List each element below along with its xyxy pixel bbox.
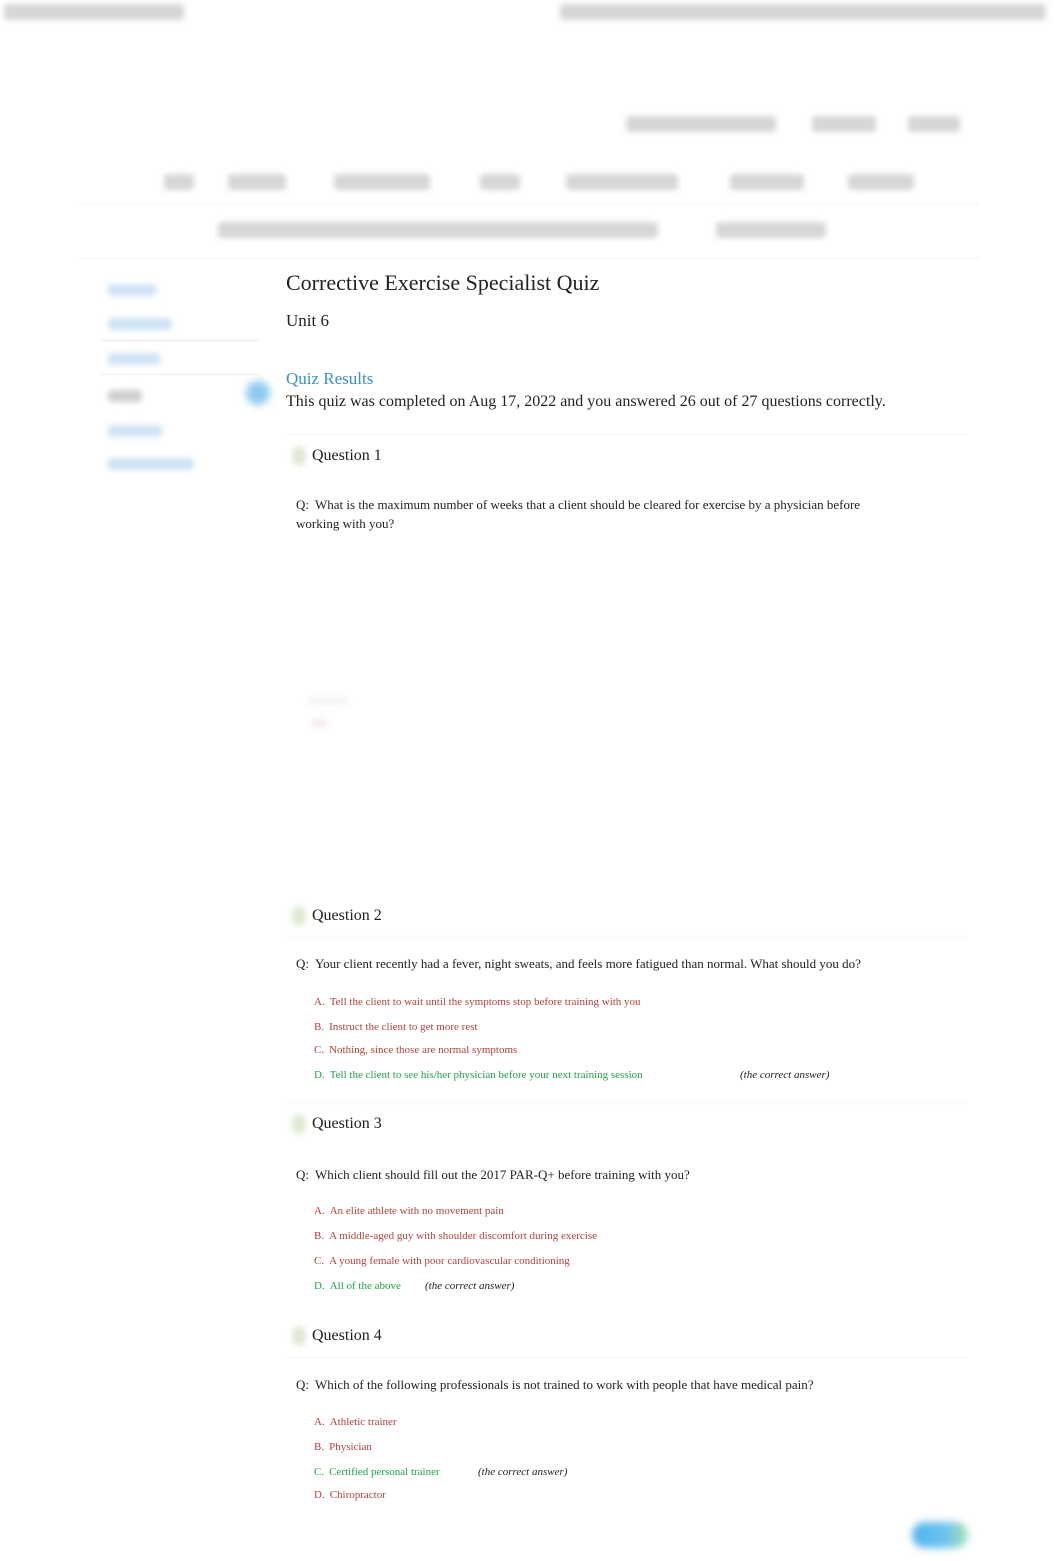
sidebar-link[interactable] — [108, 318, 172, 330]
check-badge-icon — [292, 446, 306, 466]
divider — [286, 937, 966, 938]
browser-url-blurred — [560, 4, 1046, 20]
correct-answer-note: (the correct answer) — [478, 1466, 568, 1478]
question-label: Question 4 — [312, 1327, 382, 1344]
divider — [286, 1102, 966, 1103]
header-link-blurred[interactable] — [812, 116, 876, 132]
question-text: Q: Your client recently had a fever, nigh… — [296, 954, 936, 973]
question-label: Question 1 — [312, 447, 382, 464]
question-text: Q: What is the maximum number of weeks th… — [296, 495, 896, 533]
question-header[interactable]: Question 3 — [286, 1102, 966, 1146]
browser-tab-title-blurred — [4, 4, 184, 20]
question-prefix: Q: — [296, 497, 309, 512]
question-label: Question 3 — [312, 1115, 382, 1132]
question-body: Which of the following professionals is … — [315, 1377, 814, 1392]
unit-label: Unit 6 — [286, 311, 329, 330]
question-body: Your client recently had a fever, night … — [315, 956, 861, 971]
question-header[interactable]: Question 4 — [286, 1314, 966, 1358]
sidebar-divider — [100, 374, 260, 375]
divider — [286, 434, 966, 435]
nav-item[interactable] — [218, 222, 658, 238]
answer-option: A. Tell the client to wait until the symp… — [314, 996, 641, 1008]
header-account-link-blurred[interactable] — [626, 116, 776, 132]
nav-item[interactable] — [334, 174, 430, 190]
question-text: Q: Which client should fill out the 2017 … — [296, 1165, 936, 1184]
answer-option: A. Athletic trainer — [314, 1416, 397, 1428]
check-badge-icon — [292, 906, 306, 926]
sidebar-link-active[interactable] — [108, 390, 142, 402]
answer-option: B. A middle-aged guy with shoulder discom… — [314, 1230, 598, 1242]
question-header[interactable]: Question 2 — [286, 894, 966, 938]
check-badge-icon — [292, 1326, 306, 1346]
correct-answer-note: (the correct answer) — [425, 1280, 515, 1292]
nav-divider — [80, 258, 980, 259]
question-text: Q: Which of the following professionals i… — [296, 1375, 936, 1394]
question-body: Which client should fill out the 2017 PA… — [315, 1167, 690, 1182]
nav-item[interactable] — [848, 174, 914, 190]
answer-option-correct: C. Certified personal trainer — [314, 1466, 440, 1478]
sidebar-link[interactable] — [108, 284, 156, 296]
sidebar-link[interactable] — [108, 353, 160, 365]
sidebar-divider — [100, 340, 260, 341]
nav-divider — [80, 204, 980, 205]
nav-item[interactable] — [228, 174, 286, 190]
question-prefix: Q: — [296, 1377, 309, 1392]
nav-item[interactable] — [480, 174, 520, 190]
faded-answer-placeholder — [308, 698, 348, 728]
answer-option-correct: D. All of the above — [314, 1280, 401, 1292]
quiz-results-summary: This quiz was completed on Aug 17, 2022 … — [286, 393, 886, 410]
divider — [286, 1357, 966, 1358]
question-label: Question 2 — [312, 907, 382, 924]
question-body: What is the maximum number of weeks that… — [296, 497, 861, 531]
correct-answer-note: (the correct answer) — [740, 1069, 830, 1081]
quiz-results-heading: Quiz Results — [286, 369, 374, 388]
answer-option: A. An elite athlete with no movement pain — [314, 1205, 504, 1217]
question-prefix: Q: — [296, 956, 309, 971]
header-logout-blurred[interactable] — [908, 116, 960, 132]
answer-option: B. Physician — [314, 1441, 372, 1453]
nav-item[interactable] — [164, 174, 194, 190]
question-header[interactable]: Question 1 — [286, 434, 966, 478]
sidebar-link[interactable] — [108, 425, 162, 437]
quiz-content: Corrective Exercise Specialist Quiz Unit… — [286, 268, 966, 412]
answer-option: D. Chiropractor — [314, 1489, 386, 1501]
answer-option: C. Nothing, since those are normal sympto… — [314, 1044, 518, 1056]
page-title: Corrective Exercise Specialist Quiz — [286, 270, 600, 295]
nav-item[interactable] — [716, 222, 826, 238]
answer-option-correct: D. Tell the client to see his/her physici… — [314, 1069, 643, 1081]
answer-option: C. A young female with poor cardiovascula… — [314, 1255, 570, 1267]
nav-item[interactable] — [730, 174, 804, 190]
question-prefix: Q: — [296, 1167, 309, 1182]
check-badge-icon — [292, 1114, 306, 1134]
active-dot-icon — [246, 381, 270, 405]
chat-button-icon[interactable] — [912, 1522, 968, 1548]
answer-option: B. Instruct the client to get more rest — [314, 1021, 478, 1033]
sidebar-link[interactable] — [108, 458, 194, 470]
nav-item[interactable] — [566, 174, 678, 190]
